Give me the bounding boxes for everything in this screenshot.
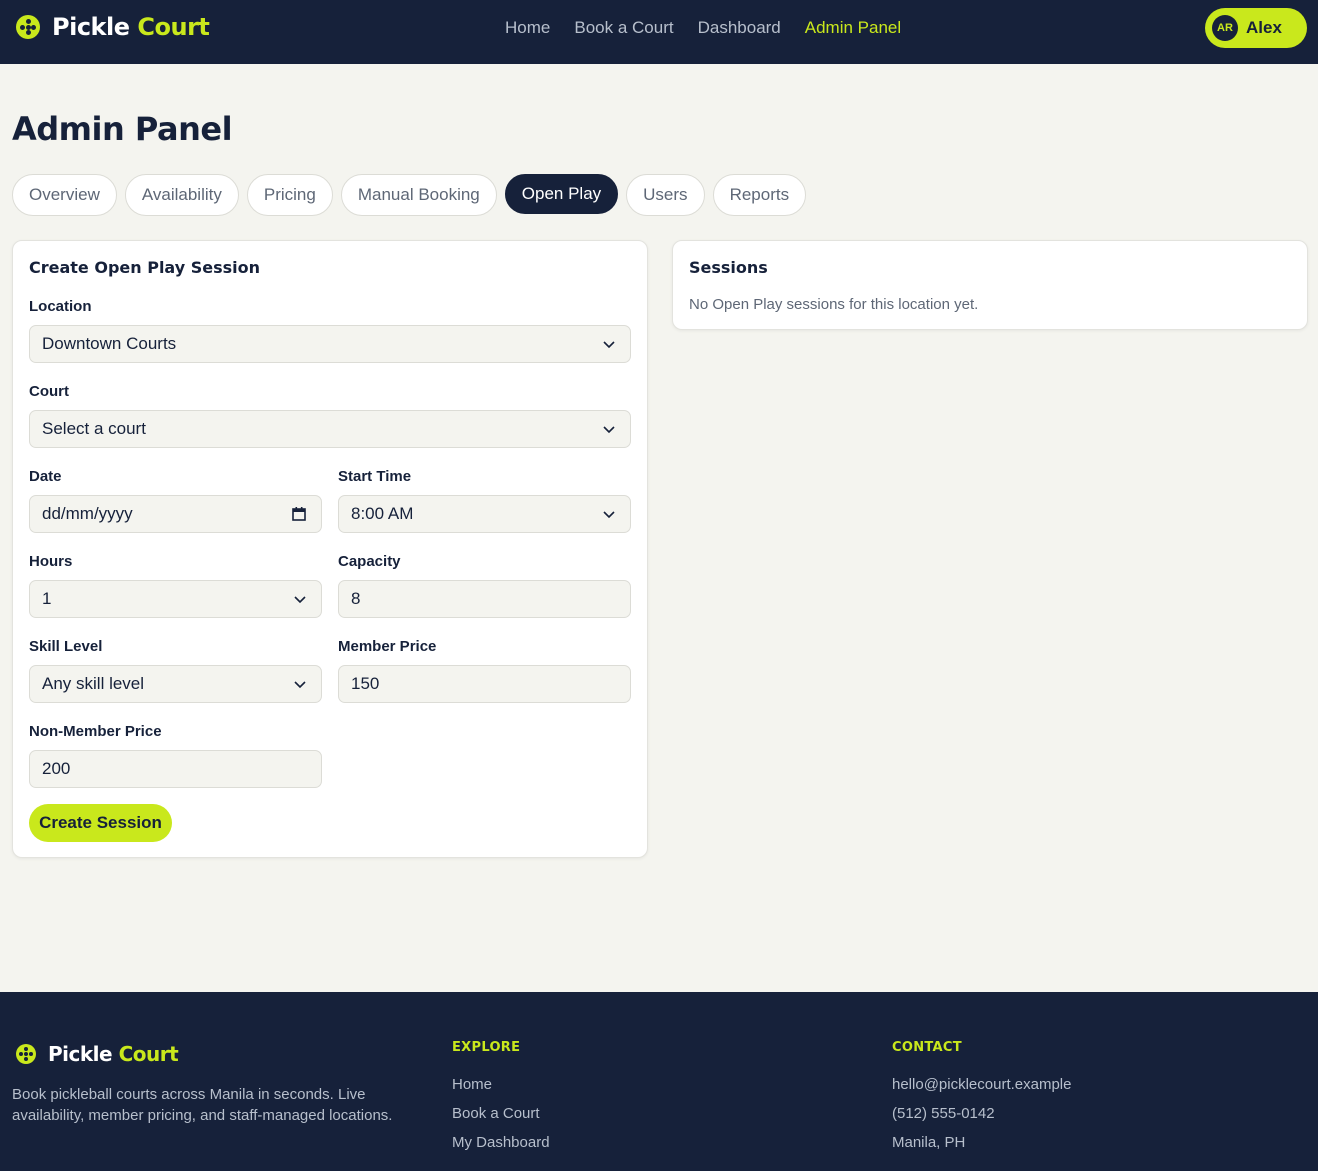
start-time-value: 8:00 AM	[351, 504, 414, 523]
tab-open-play[interactable]: Open Play	[504, 174, 619, 214]
location-label: Location	[29, 298, 92, 315]
pickleball-icon	[16, 15, 40, 39]
nav-dashboard[interactable]: Dashboard	[698, 18, 781, 38]
top-navbar: Pickle Court Home Book a Court Dashboard…	[0, 0, 1318, 64]
member-price-label: Member Price	[338, 638, 437, 655]
footer-brand[interactable]: Pickle Court	[16, 1042, 179, 1066]
footer-link-my-dashboard[interactable]: My Dashboard	[452, 1134, 550, 1151]
sessions-empty-message: No Open Play sessions for this location …	[689, 296, 979, 313]
tab-overview[interactable]: Overview	[12, 174, 117, 216]
footer-contact-location: Manila, PH	[892, 1134, 966, 1151]
footer-contact-email[interactable]: hello@picklecourt.example	[892, 1076, 1071, 1093]
footer-link-book-a-court[interactable]: Book a Court	[452, 1105, 540, 1122]
create-session-card: Create Open Play Session Location Downto…	[12, 240, 648, 858]
location-select[interactable]: Downtown Courts	[29, 325, 631, 363]
member-price-value: 150	[351, 674, 380, 693]
start-time-select[interactable]: 8:00 AM	[338, 495, 631, 533]
court-value: Select a court	[42, 419, 146, 438]
tab-availability[interactable]: Availability	[124, 174, 239, 216]
capacity-label: Capacity	[338, 553, 401, 570]
brand-logo-link[interactable]: Pickle Court	[16, 13, 210, 41]
avatar: AR	[1212, 15, 1238, 41]
court-label: Court	[29, 383, 69, 400]
admin-tabs: Overview Availability Pricing Manual Boo…	[12, 174, 807, 216]
chevron-down-icon	[603, 511, 615, 519]
capacity-input[interactable]: 8	[338, 580, 631, 618]
tab-reports[interactable]: Reports	[712, 174, 807, 216]
sessions-card: Sessions No Open Play sessions for this …	[672, 240, 1308, 330]
capacity-value: 8	[351, 589, 361, 608]
nav-home[interactable]: Home	[505, 18, 550, 38]
non-member-price-input[interactable]: 200	[29, 750, 322, 788]
user-name: Alex	[1246, 18, 1282, 37]
skill-level-label: Skill Level	[29, 638, 103, 655]
hours-value: 1	[42, 589, 52, 608]
date-value: dd/mm/yyyy	[42, 504, 133, 523]
skill-level-value: Any skill level	[42, 674, 145, 693]
chevron-down-icon	[603, 341, 615, 349]
footer-contact-phone[interactable]: (512) 555-0142	[892, 1105, 995, 1122]
start-time-label: Start Time	[338, 468, 412, 485]
nav-admin-panel[interactable]: Admin Panel	[805, 18, 901, 38]
location-value: Downtown Courts	[42, 334, 177, 353]
main-nav: Home Book a Court Dashboard Admin Panel	[505, 18, 901, 38]
chevron-down-icon	[603, 426, 615, 434]
date-input[interactable]: dd/mm/yyyy	[29, 495, 322, 533]
footer-contact-heading: CONTACT	[892, 1040, 962, 1055]
hours-select[interactable]: 1	[29, 580, 322, 618]
chevron-down-icon	[294, 681, 306, 689]
brand-name: Pickle Court	[52, 13, 210, 41]
date-label: Date	[29, 468, 62, 485]
court-select[interactable]: Select a court	[29, 410, 631, 448]
sessions-title: Sessions	[689, 258, 768, 277]
tab-pricing[interactable]: Pricing	[246, 174, 333, 216]
site-footer: Pickle Court Book pickleball courts acro…	[0, 992, 1318, 1171]
create-session-title: Create Open Play Session	[29, 258, 261, 277]
non-member-price-value: 200	[42, 759, 71, 778]
user-menu-button[interactable]: AR Alex	[1205, 8, 1307, 48]
nav-book-a-court[interactable]: Book a Court	[574, 18, 673, 38]
pickleball-icon	[16, 1044, 36, 1064]
calendar-icon[interactable]	[291, 506, 307, 522]
tab-manual-booking[interactable]: Manual Booking	[340, 174, 497, 216]
non-member-price-label: Non-Member Price	[29, 723, 162, 740]
hours-label: Hours	[29, 553, 73, 570]
skill-level-select[interactable]: Any skill level	[29, 665, 322, 703]
page-title: Admin Panel	[12, 110, 233, 148]
chevron-down-icon	[294, 596, 306, 604]
tab-users[interactable]: Users	[626, 174, 705, 216]
create-session-button[interactable]: Create Session	[29, 804, 172, 842]
footer-brand-name: Pickle Court	[48, 1042, 179, 1066]
member-price-input[interactable]: 150	[338, 665, 631, 703]
footer-description: Book pickleball courts across Manila in …	[12, 1086, 393, 1124]
footer-link-home[interactable]: Home	[452, 1076, 492, 1093]
footer-explore-heading: EXPLORE	[452, 1040, 521, 1055]
